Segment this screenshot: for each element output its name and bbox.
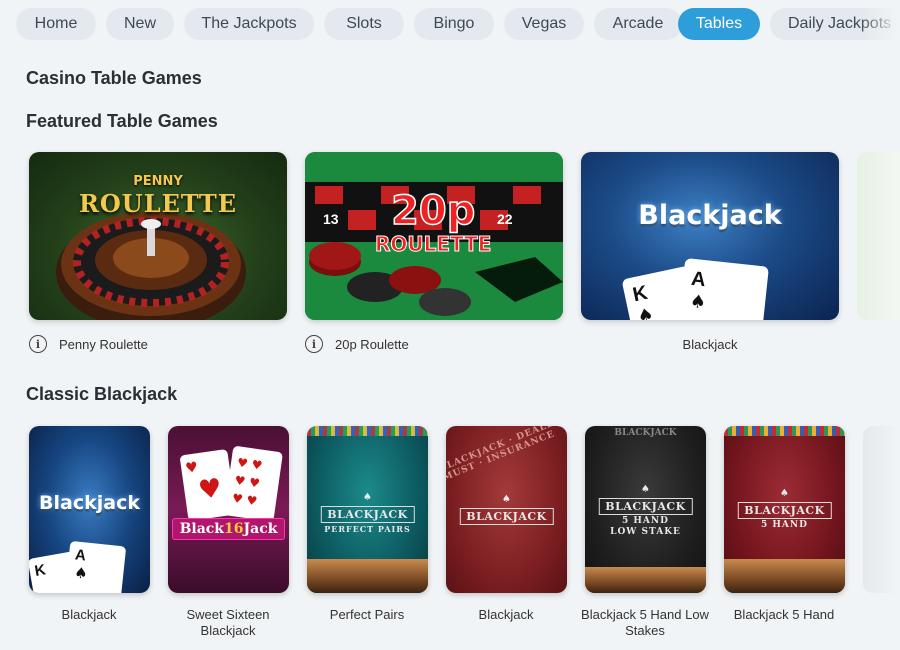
game-title: Blackjack 5 Hand bbox=[733, 607, 835, 622]
svg-text:A: A bbox=[690, 268, 707, 291]
game-tile-penny-roulette[interactable]: PENNY ROULETTE bbox=[29, 152, 287, 320]
game-title: Penny Roulette bbox=[59, 336, 148, 352]
table-rail bbox=[307, 559, 428, 593]
svg-text:♠: ♠ bbox=[73, 563, 88, 582]
svg-text:♠: ♠ bbox=[689, 291, 707, 314]
game-tile-sweet-sixteen-blackjack[interactable]: ♥ ♥ ♥ ♥ ♥ ♥ ♥ ♥ Black16Jack bbox=[168, 426, 289, 593]
game-caption-20p-roulette: i 20p Roulette bbox=[305, 334, 409, 354]
category-nav: Home New The Jackpots Slots Bingo Vegas … bbox=[16, 8, 900, 40]
nav-tab-new[interactable]: New bbox=[106, 8, 174, 40]
svg-text:♥: ♥ bbox=[184, 459, 199, 477]
felt-text: BLACKJACK bbox=[614, 428, 677, 438]
blackjack-emblem: ♠ BLACKJACK 5 HAND bbox=[737, 488, 832, 530]
playing-cards-art: K A ♠ bbox=[29, 541, 126, 593]
game-tile-blackjack-5-hand[interactable]: ♠ BLACKJACK 5 HAND bbox=[724, 426, 845, 593]
nav-tab-bingo[interactable]: Bingo bbox=[414, 8, 494, 40]
game-title: Sweet Sixteen Blackjack bbox=[186, 607, 270, 638]
game-title: Blackjack bbox=[682, 336, 738, 352]
game-title: Blackjack 5 Hand Low Stakes bbox=[581, 607, 709, 638]
20p-roulette-logo: 20p ROULETTE bbox=[374, 188, 492, 256]
nav-tab-tables[interactable]: Tables bbox=[678, 8, 760, 40]
featured-heading: Featured Table Games bbox=[26, 111, 218, 131]
svg-text:13: 13 bbox=[323, 211, 339, 227]
table-rail bbox=[724, 559, 845, 593]
chip-rack bbox=[724, 426, 845, 436]
next-tile-peek[interactable] bbox=[857, 152, 900, 320]
nav-tab-arcade[interactable]: Arcade bbox=[594, 8, 682, 40]
page-title: Casino Table Games bbox=[26, 68, 202, 88]
table-rail bbox=[585, 567, 706, 593]
game-tile-blackjack-featured[interactable]: Blackjack K ♠ A ♠ bbox=[581, 152, 839, 320]
game-tile-blackjack-red[interactable]: BLACKJACK · DEALER MUST · INSURANCE ♠ BL… bbox=[446, 426, 567, 593]
game-caption-blackjack-featured: Blackjack bbox=[581, 334, 839, 354]
nav-tab-home[interactable]: Home bbox=[16, 8, 96, 40]
playing-cards-art: K ♠ A ♠ bbox=[622, 258, 769, 320]
nav-tab-the-jackpots[interactable]: The Jackpots bbox=[184, 8, 314, 40]
chip-rack bbox=[307, 426, 428, 436]
svg-text:A: A bbox=[74, 546, 87, 564]
svg-text:22: 22 bbox=[497, 211, 513, 227]
info-icon[interactable]: i bbox=[29, 335, 47, 353]
sweet-sixteen-logo: Black16Jack bbox=[172, 518, 285, 540]
svg-text:♥: ♥ bbox=[197, 473, 224, 506]
classic-heading: Classic Blackjack bbox=[26, 384, 178, 404]
blackjack-emblem: ♠ BLACKJACK 5 HAND LOW STAKE bbox=[598, 484, 693, 537]
penny-roulette-logo: PENNY ROULETTE bbox=[78, 174, 238, 218]
next-tile-peek[interactable] bbox=[863, 426, 900, 593]
game-tile-blackjack-5-hand-low-stakes[interactable]: BLACKJACK ♠ BLACKJACK 5 HAND LOW STAKE bbox=[585, 426, 706, 593]
blackjack-emblem: ♠ BLACKJACK PERFECT PAIRS bbox=[320, 492, 415, 534]
nav-tab-vegas[interactable]: Vegas bbox=[504, 8, 584, 40]
game-tile-blackjack[interactable]: Blackjack K A ♠ bbox=[29, 426, 150, 593]
game-title: 20p Roulette bbox=[335, 336, 409, 352]
game-title: Blackjack bbox=[61, 607, 117, 622]
game-title: Perfect Pairs bbox=[329, 607, 405, 622]
info-icon[interactable]: i bbox=[305, 335, 323, 353]
heart-cards-art: ♥ ♥ ♥ ♥ ♥ ♥ ♥ ♥ bbox=[180, 446, 283, 522]
blackjack-emblem: ♠ BLACKJACK bbox=[459, 494, 554, 525]
nav-tab-slots[interactable]: Slots bbox=[324, 8, 404, 40]
felt-text: BLACKJACK · DEALER MUST · INSURANCE bbox=[446, 426, 564, 484]
nav-fade bbox=[860, 8, 900, 40]
game-tile-20p-roulette[interactable]: 13 22 20p ROULETTE bbox=[305, 152, 563, 320]
game-tile-perfect-pairs[interactable]: ♠ BLACKJACK PERFECT PAIRS bbox=[307, 426, 428, 593]
game-caption-penny-roulette: i Penny Roulette bbox=[29, 334, 148, 354]
game-title: Blackjack bbox=[478, 607, 534, 622]
